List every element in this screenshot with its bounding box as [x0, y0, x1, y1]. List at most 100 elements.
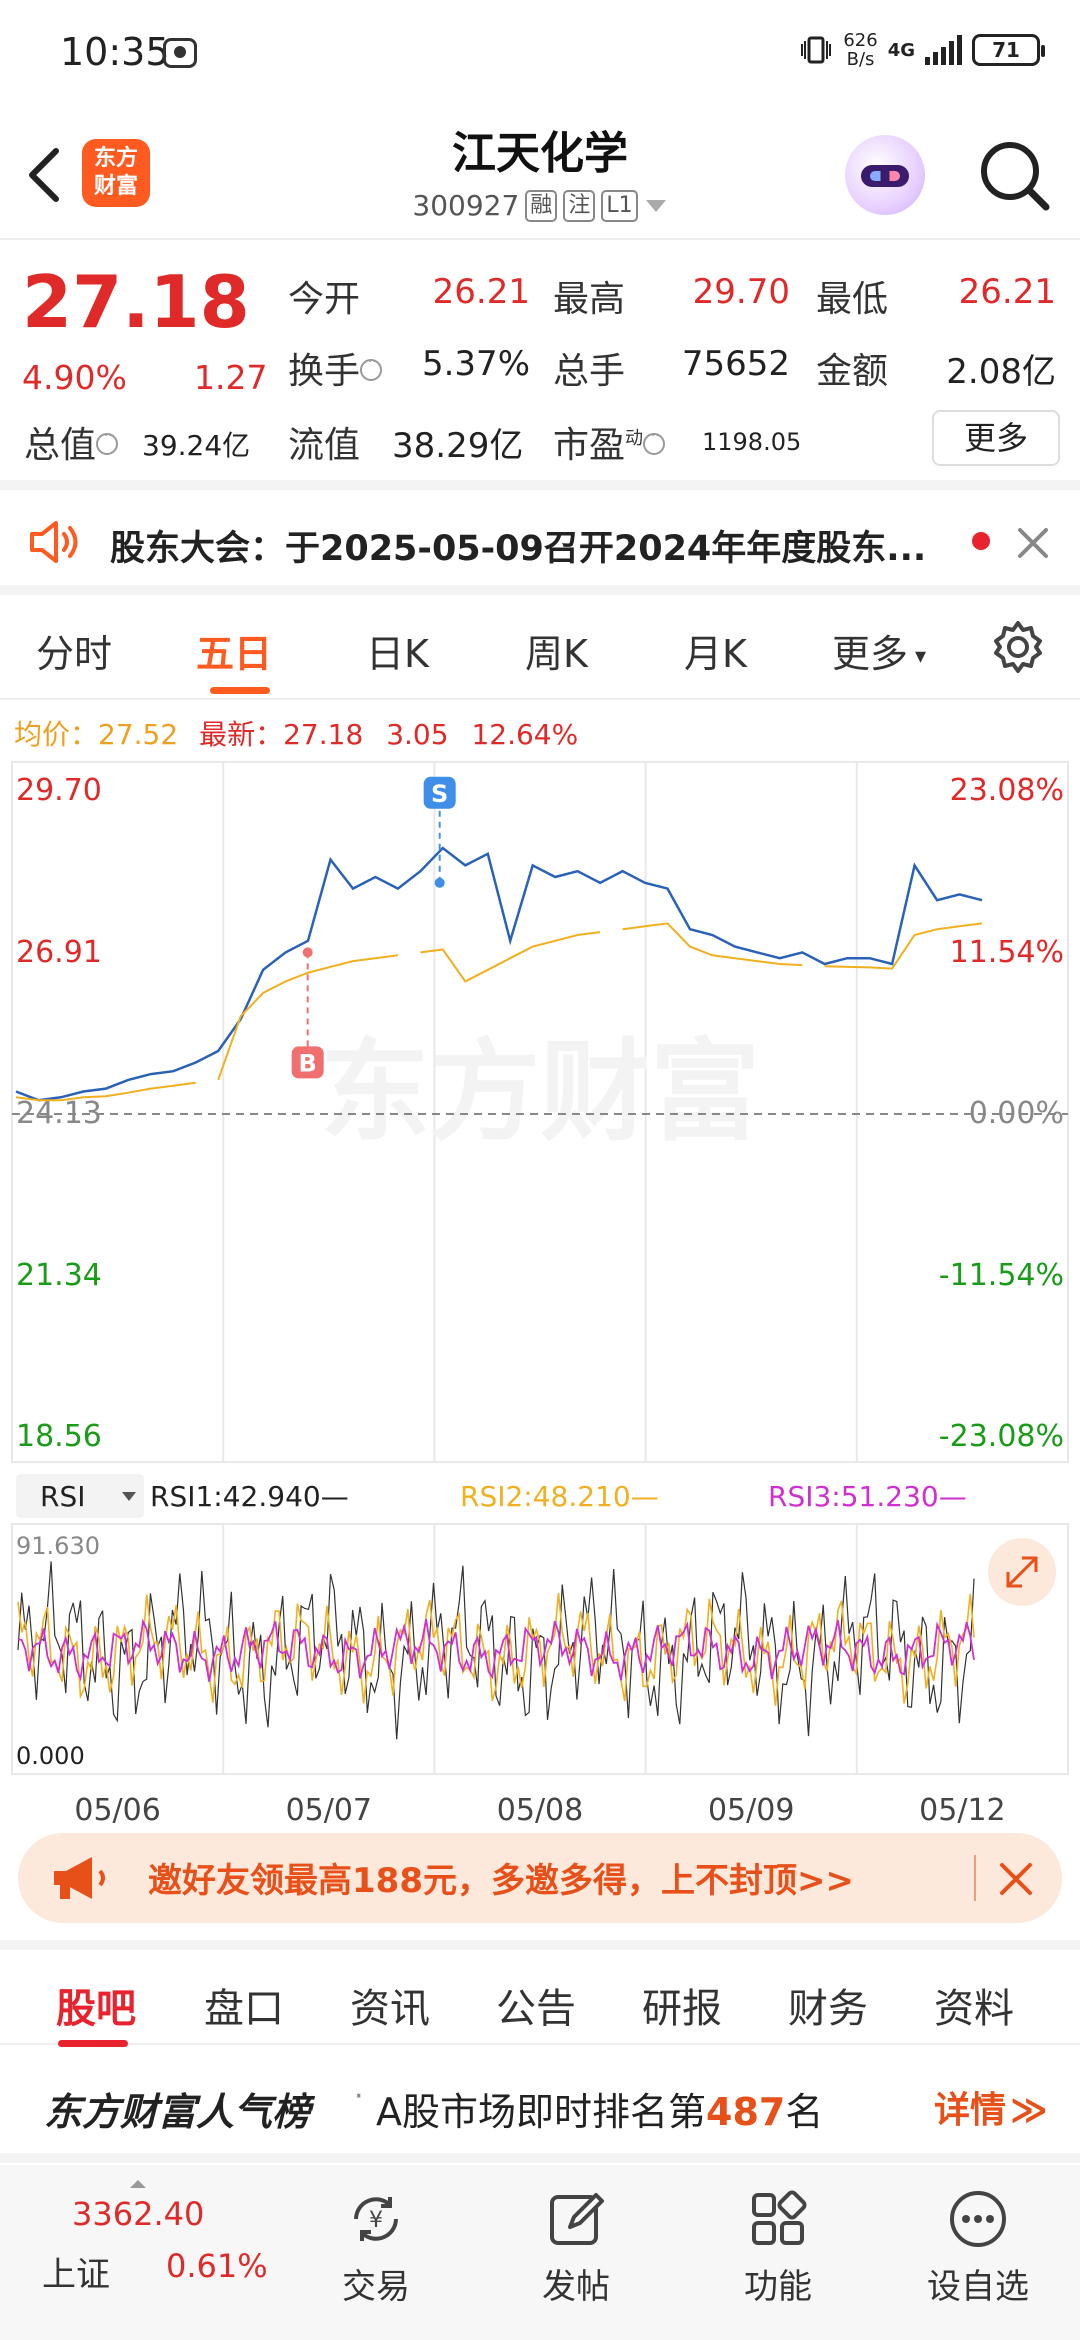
net-speed: 626 B/s	[843, 30, 878, 70]
float-label: 流值	[288, 425, 361, 466]
current-price: 27.18	[22, 260, 250, 344]
tab-monthly-k[interactable]: 月K	[684, 623, 747, 678]
edit-icon	[550, 2193, 604, 2245]
active-tab-indicator	[210, 687, 270, 694]
index-value[interactable]: 3362.40	[72, 2195, 204, 2233]
popularity-text: A股市场即时排名第487名	[376, 2090, 824, 2134]
rsi-top-label: 91.630	[16, 1532, 100, 1560]
tag-margin: 融	[525, 189, 558, 222]
popularity-row[interactable]: 东方财富人气榜 · A股市场即时排名第487名 详情 ≫	[0, 2045, 1080, 2163]
tab-profile[interactable]: 资料	[934, 1976, 1014, 2034]
camera-icon	[163, 38, 197, 68]
chart-canvas[interactable]: 东方财富 29.70 23.08% 26.91 11.54% 24.13 0.00% 21.…	[0, 760, 1080, 1830]
search-icon[interactable]	[974, 135, 1054, 215]
tab-pankou[interactable]: 盘口	[204, 1976, 284, 2034]
up-caret-icon	[130, 2173, 146, 2188]
stock-header: 东方 财富 江天化学 300927 融 注 L1	[0, 105, 1080, 240]
y-axis-left-label: 26.91	[16, 935, 102, 970]
close-icon[interactable]	[1016, 526, 1050, 560]
popularity-detail-link[interactable]: 详情 ≫	[934, 2081, 1048, 2133]
volume-value: 75652	[681, 344, 790, 384]
price-info-line: 均价：27.52 最新：27.18 3.05 12.64%	[14, 713, 578, 753]
notice-text[interactable]: 股东大会：于2025-05-09召开2024年年度股东...	[110, 520, 930, 571]
tab-weekly-k[interactable]: 周K	[525, 623, 588, 678]
turnover-value: 5.37%	[421, 344, 530, 384]
signal-icon	[925, 35, 962, 65]
stock-code: 300927	[412, 189, 520, 222]
trade-marker-point	[302, 947, 313, 958]
low-value: 26.21	[958, 272, 1056, 312]
svg-text:¥: ¥	[369, 2208, 383, 2233]
tab-news[interactable]: 资讯	[350, 1976, 430, 2034]
mktcap-value: 39.24亿	[142, 429, 251, 462]
popularity-title: 东方财富人气榜	[44, 2090, 311, 2134]
tab-intraday[interactable]: 分时	[36, 623, 112, 678]
tab-finance[interactable]: 财务	[788, 1976, 868, 2034]
y-axis-right-label: -11.54%	[939, 1258, 1064, 1293]
promo-text[interactable]: 邀好友领最高188元，多邀多得，上不封顶>>	[148, 1853, 854, 1902]
promo-banner[interactable]: 邀好友领最高188元，多邀多得，上不封顶>>	[18, 1833, 1062, 1923]
x-axis-label: 05/09	[708, 1793, 794, 1828]
low-label: 最低	[816, 279, 889, 320]
x-axis-label: 05/08	[497, 1793, 583, 1828]
tab-research[interactable]: 研报	[642, 1976, 722, 2034]
five-day-chart[interactable]: 东方财富 29.70 23.08% 26.91 11.54% 24.13 0.00% 21.…	[0, 760, 1080, 1830]
speaker-icon	[30, 521, 78, 563]
bottom-nav: 3362.40 上证 0.61% ¥ 交易 发帖 功能 设自选	[0, 2165, 1080, 2340]
nav-trade[interactable]: ¥ 交易	[296, 2187, 456, 2308]
assistant-avatar[interactable]	[845, 135, 925, 215]
trade-marker-label: S	[431, 780, 448, 808]
x-axis-label: 05/06	[74, 1793, 160, 1828]
rsi-selector-label[interactable]: RSI	[40, 1480, 86, 1513]
y-axis-right-label: -23.08%	[939, 1419, 1064, 1454]
y-axis-left-label: 18.56	[16, 1419, 102, 1454]
tag-level: L1	[601, 189, 638, 222]
settings-icon[interactable]	[990, 619, 1046, 675]
trade-marker-label: B	[299, 1049, 317, 1077]
info-icon[interactable]	[96, 429, 119, 455]
more-quote-button[interactable]: 更多	[932, 410, 1060, 466]
nav-post[interactable]: 发帖	[496, 2187, 656, 2308]
index-pct[interactable]: 0.61%	[166, 2247, 268, 2285]
separator-dot: ·	[354, 2079, 364, 2114]
status-bar: 10:35 626 B/s 4G 71	[0, 0, 1080, 105]
quote-panel: 27.18 4.90% 1.27 今开 26.21 最高 29.70 最低 26…	[0, 240, 1080, 490]
y-axis-right-label: 23.08%	[950, 773, 1064, 808]
content-tabs: 股吧 盘口 资讯 公告 研报 财务 资料	[0, 1940, 1080, 2047]
high-label: 最高	[553, 279, 626, 320]
trade-icon: ¥	[354, 2197, 398, 2241]
nav-add-watchlist[interactable]: 设自选	[898, 2187, 1058, 2308]
float-value: 38.29亿	[392, 426, 524, 466]
rsi-bottom-label: 0.000	[16, 1742, 85, 1770]
chart-tabs: 分时 五日 日K 周K 月K 更多 ▾	[0, 595, 1080, 700]
status-right: 626 B/s 4G 71	[799, 30, 1045, 70]
x-axis-label: 05/12	[919, 1793, 1005, 1828]
latest-label: 最新：	[199, 718, 284, 751]
tab-announcement[interactable]: 公告	[496, 1976, 576, 2034]
latest-change: 3.05	[386, 718, 449, 751]
change-value: 1.27	[194, 358, 268, 397]
tab-daily-k[interactable]: 日K	[366, 623, 429, 678]
nav-functions[interactable]: 功能	[698, 2187, 858, 2308]
amount-value: 2.08亿	[946, 352, 1056, 392]
network-type: 4G	[887, 39, 915, 61]
info-icon[interactable]	[360, 355, 383, 381]
notice-bar[interactable]: 股东大会：于2025-05-09召开2024年年度股东...	[0, 490, 1080, 595]
index-name[interactable]: 上证	[42, 2247, 110, 2296]
latest-change-pct: 12.64%	[471, 718, 579, 751]
y-axis-right-label: 0.00%	[969, 1096, 1064, 1131]
dropdown-icon[interactable]	[644, 198, 668, 214]
tab-more[interactable]: 更多 ▾	[832, 623, 926, 678]
info-icon[interactable]	[643, 429, 666, 455]
more-circle-icon	[950, 2191, 1006, 2247]
mktcap-label: 总值	[24, 416, 119, 468]
latest-value: 27.18	[283, 718, 364, 751]
promo-close-icon[interactable]	[996, 1859, 1036, 1899]
pe-value: 1198.05	[702, 428, 802, 456]
tab-guba[interactable]: 股吧	[56, 1976, 136, 2034]
high-value: 29.70	[692, 272, 790, 312]
x-axis-label: 05/07	[286, 1793, 372, 1828]
chart-watermark: 东方财富	[320, 1031, 760, 1154]
unread-dot	[972, 532, 990, 550]
tab-five-day[interactable]: 五日	[196, 623, 272, 678]
